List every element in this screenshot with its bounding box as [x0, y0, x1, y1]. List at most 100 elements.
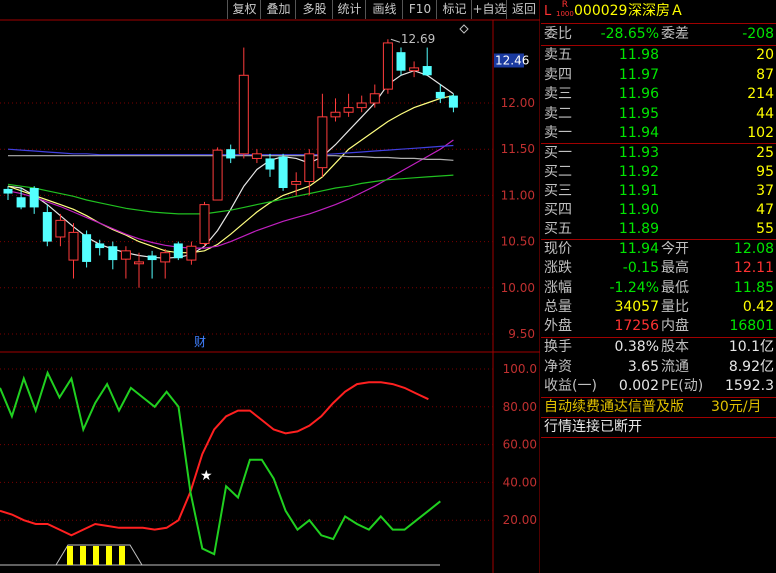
fundamental-value: 1592.3 [725, 378, 774, 394]
stat-label: 现价 [544, 241, 572, 257]
signal-bar [80, 546, 86, 565]
stat-value: 17256 [614, 318, 659, 335]
ask-volume: 214 [747, 86, 774, 102]
moving-average-line [7, 95, 454, 254]
y-tick-label: 60.00 [503, 438, 537, 452]
connection-status: 行情连接已断开 [544, 419, 642, 435]
stock-code: 000029 [574, 3, 628, 19]
candle-body [343, 107, 354, 113]
fundamental-label: 流通 [661, 358, 689, 375]
stat-label: 最高 [661, 260, 689, 277]
candle-body [356, 102, 367, 109]
candle-body [422, 66, 432, 76]
bid-label: 买三 [544, 183, 572, 199]
candle-body [16, 197, 26, 208]
bid-label: 买五 [544, 221, 572, 237]
fundamental-value: 0.38% [614, 339, 659, 355]
ask-label: 卖一 [544, 125, 572, 141]
ask-volume: 44 [756, 105, 774, 122]
fundamental-value: 10.1亿 [728, 339, 774, 355]
stat-label: 量比 [661, 298, 689, 315]
candle-body [435, 91, 445, 99]
stat-label: 最低 [661, 279, 689, 296]
ask-volume: 102 [747, 125, 774, 141]
stat-value: 0.42 [742, 298, 774, 315]
indicator-line [0, 381, 429, 537]
indicator-line [0, 370, 441, 556]
candle-body [238, 74, 249, 155]
current-price-label: 12.46 [495, 53, 529, 67]
bid-row: 买三 11.91 37 [541, 182, 776, 201]
candle-body [55, 219, 66, 238]
moving-average-line [7, 174, 454, 215]
fundamental-row: 净资 3.65 流通 8.92亿 [541, 358, 776, 377]
stat-row: 涨幅 -1.24% 最低 11.85 [541, 279, 776, 298]
ask-row: 卖五 11.98 20 [541, 46, 776, 65]
ask-row: 卖四 11.97 87 [541, 66, 776, 85]
ask-price: 11.94 [618, 125, 659, 141]
fundamental-label: PE(动) [661, 378, 704, 394]
y-tick-label: 12.00 [501, 96, 535, 110]
diamond-icon[interactable] [459, 24, 469, 34]
y-tick-label: 9.50 [508, 327, 535, 341]
fundamental-row: 收益(一) 0.002 PE(动) 1592.3 [541, 377, 776, 396]
moving-average-line [7, 70, 454, 259]
stat-value: 11.94 [618, 241, 659, 257]
candle-body [226, 149, 236, 159]
ask-label: 卖三 [544, 86, 572, 102]
stat-label: 今开 [661, 241, 689, 257]
stat-value: 16801 [729, 318, 774, 335]
ask-label: 卖二 [544, 105, 572, 122]
y-tick-label: 10.00 [501, 281, 535, 295]
bid-label: 买一 [544, 145, 572, 161]
candle-body [278, 156, 288, 189]
candle-body [199, 204, 210, 244]
y-tick-label: 10.50 [501, 235, 535, 249]
ask-price: 11.96 [618, 86, 659, 102]
bid-price: 11.91 [618, 183, 659, 199]
candle-body [212, 149, 223, 201]
stat-value: -1.24% [609, 279, 659, 296]
signal-bar [106, 546, 112, 565]
max-pointer [390, 38, 401, 43]
ask-label: 卖四 [544, 66, 572, 83]
bid-price: 11.93 [618, 145, 659, 161]
stat-row: 外盘 17256 内盘 16801 [541, 317, 776, 336]
candle-body [369, 93, 380, 104]
stat-value: 12.11 [733, 260, 774, 277]
max-price-label: 12.69 [401, 32, 435, 46]
candle-body [173, 243, 183, 259]
stat-value: 11.85 [733, 279, 774, 296]
bid-volume: 47 [756, 202, 774, 218]
y-tick-label: 80.00 [503, 400, 537, 414]
stat-row: 现价 11.94 今开 12.08 [541, 240, 776, 259]
candle-body [42, 212, 52, 242]
signal-bar [119, 546, 125, 565]
quote-header: L R 1000 000029 深深房Ａ [541, 1, 776, 22]
fundamental-label: 换手 [544, 339, 572, 355]
ask-price: 11.98 [618, 47, 659, 63]
ask-price: 11.97 [618, 66, 659, 83]
y-tick-label: 40.00 [503, 475, 537, 489]
y-tick-label: 11.50 [501, 142, 535, 156]
fundamental-value: 3.65 [627, 358, 659, 375]
y-tick-label: 11.00 [501, 188, 535, 202]
bid-volume: 55 [756, 221, 774, 237]
renewal-notice[interactable]: 自动续费通达信普及版 30元/月 [541, 398, 776, 417]
stat-label: 内盘 [661, 318, 689, 335]
ask-row: 卖一 11.94 102 [541, 124, 776, 143]
stat-label: 涨幅 [544, 279, 572, 296]
candle-body [3, 188, 13, 194]
bid-volume: 37 [756, 183, 774, 199]
divider [541, 23, 776, 24]
bid-row: 买二 11.92 95 [541, 163, 776, 182]
y-tick-label: 20.00 [503, 513, 537, 527]
divider [541, 437, 776, 438]
stat-value: 34057 [614, 298, 659, 315]
ask-volume: 20 [756, 47, 774, 63]
ask-volume: 87 [756, 66, 774, 83]
bid-price: 11.89 [618, 221, 659, 237]
candle-body [186, 245, 197, 261]
candle-body [317, 116, 328, 169]
stock-chart[interactable]: 12.00 11.50 11.00 10.50 10.00 9.50 12.46 12.69 财… [0, 0, 540, 573]
